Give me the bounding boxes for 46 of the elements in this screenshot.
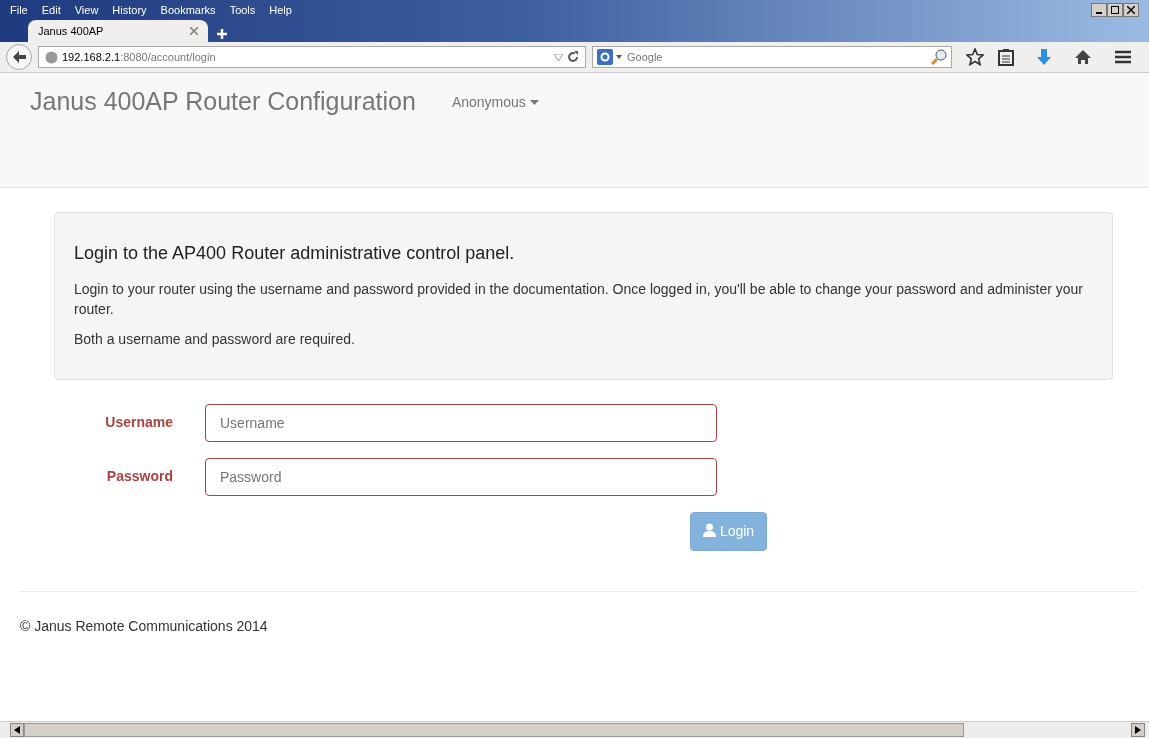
tab-title: Janus 400AP (38, 23, 104, 39)
reload-icon[interactable] (567, 51, 579, 63)
home-icon[interactable] (1074, 49, 1092, 65)
menu-item[interactable]: View (74, 1, 99, 19)
menu-item[interactable]: Help (269, 1, 292, 19)
browser-tab[interactable]: Janus 400AP (28, 20, 208, 42)
footer-text: © Janus Remote Communications 2014 (20, 617, 268, 634)
menu-item[interactable]: Tools (229, 1, 256, 19)
star-icon[interactable] (966, 48, 984, 66)
url-host: 192.168.2.1 (62, 49, 121, 65)
panel-text: Login to your router using the username and password provided in the documentation. Once logged in, you'll be able to change your password and administer your router. (74, 279, 1084, 319)
maximize-icon (1111, 6, 1119, 15)
input-field[interactable]: Password (205, 457, 717, 496)
site-title[interactable]: Janus 400AP Router Configuration (30, 83, 416, 121)
minimize-button[interactable] (1091, 3, 1107, 17)
new-tab-icon[interactable] (216, 28, 228, 40)
menu-item[interactable]: File (10, 1, 28, 19)
field-label: Username (104, 413, 174, 433)
scroll-left-icon[interactable] (14, 725, 20, 734)
user-menu[interactable]: Anonymous (451, 92, 539, 113)
back-button[interactable] (6, 44, 32, 70)
menu-item[interactable]: History (112, 1, 147, 19)
maximize-button[interactable] (1107, 3, 1123, 17)
input-field[interactable]: Username (205, 403, 717, 442)
address-bar[interactable]: 192.168.2.1:8080/account/login (38, 46, 586, 68)
menu-item[interactable]: Edit (41, 1, 61, 19)
menu-item[interactable]: Bookmarks (160, 1, 216, 19)
close-icon[interactable] (190, 27, 198, 35)
menu-icon[interactable] (1114, 50, 1132, 64)
caret-icon (529, 100, 539, 107)
close-button[interactable] (1123, 3, 1139, 17)
dropdown-icon[interactable] (554, 53, 563, 61)
back-arrow-icon (12, 51, 26, 63)
url-path: :8080/account/login (120, 49, 216, 65)
horizontal-scrollbar[interactable] (0, 721, 1149, 738)
panel-text: Both a username and password are required. (74, 329, 356, 349)
close-icon (1127, 6, 1135, 15)
search-icon[interactable] (931, 49, 947, 65)
scroll-right-icon[interactable] (1135, 725, 1141, 734)
panel-heading: Login to the AP400 Router administrative control panel. (74, 243, 516, 265)
user-icon (703, 522, 716, 537)
clipboard-icon[interactable] (998, 48, 1014, 66)
field-label: Password (105, 467, 174, 487)
search-bar[interactable]: Google (592, 46, 952, 68)
download-icon[interactable] (1036, 48, 1052, 66)
search-engine-icon[interactable] (597, 49, 623, 65)
